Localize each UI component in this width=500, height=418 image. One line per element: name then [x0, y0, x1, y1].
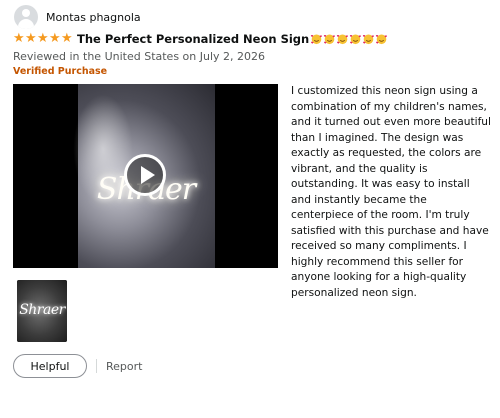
report-link[interactable]: Report — [106, 360, 142, 373]
review-date: Reviewed in the United States on July 2,… — [13, 50, 266, 63]
action-divider — [96, 359, 97, 373]
review-title-text: The Perfect Personalized Neon Sign — [77, 32, 310, 46]
review-title[interactable]: The Perfect Personalized Neon Sign — [77, 32, 388, 46]
user-avatar-icon — [14, 5, 38, 29]
star-icon: ★ — [25, 31, 37, 46]
smiling-face-with-hearts-icon — [376, 34, 388, 45]
smiling-face-with-hearts-icon — [363, 34, 375, 45]
star-icon: ★ — [49, 31, 61, 46]
smiling-face-with-hearts-icon — [337, 34, 349, 45]
review-video[interactable]: Shraer — [13, 84, 278, 268]
reviewer-name[interactable]: Montas phagnola — [46, 11, 141, 24]
verified-purchase-badge: Verified Purchase — [13, 66, 108, 77]
star-icon: ★ — [13, 31, 25, 46]
helpful-button[interactable]: Helpful — [13, 354, 87, 378]
reviewer-profile[interactable]: Montas phagnola — [14, 4, 141, 30]
smiling-face-with-hearts-icon — [350, 34, 362, 45]
review-title-row: ★ ★ ★ ★ ★ The Perfect Personalized Neon … — [13, 31, 388, 47]
play-icon — [141, 166, 155, 184]
star-icon: ★ — [37, 31, 49, 46]
review-body: I customized this neon sign using a comb… — [291, 85, 491, 299]
star-rating[interactable]: ★ ★ ★ ★ ★ — [13, 31, 73, 46]
star-icon: ★ — [61, 31, 73, 46]
play-button[interactable] — [124, 154, 166, 196]
review-image-thumbnail[interactable]: Shraer — [17, 280, 67, 342]
smiling-face-with-hearts-icons — [310, 33, 388, 45]
thumbnail-neon-sign-text: Shraer — [19, 302, 65, 318]
smiling-face-with-hearts-icon — [324, 34, 336, 45]
smiling-face-with-hearts-icon — [311, 34, 323, 45]
